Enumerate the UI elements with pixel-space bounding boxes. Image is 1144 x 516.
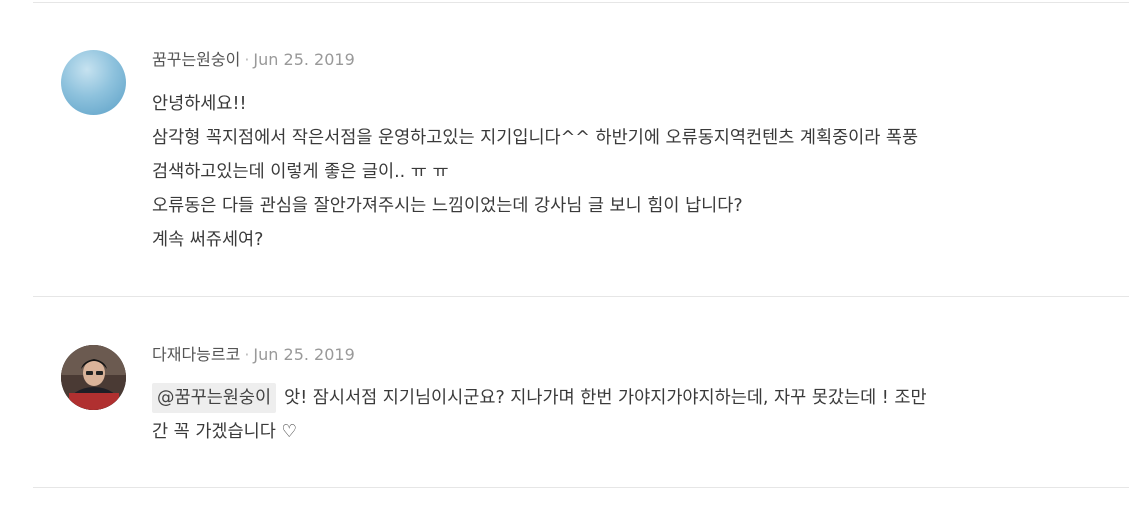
avatar[interactable] xyxy=(61,50,126,115)
divider xyxy=(33,487,1129,488)
comment-text-line: 안녕하세요!! xyxy=(152,94,247,114)
avatar[interactable] xyxy=(61,345,126,410)
meta-separator: · xyxy=(244,345,250,364)
comment-meta: 다재다능르코 · Jun 25. 2019 xyxy=(152,345,355,365)
comment-date: Jun 25. 2019 xyxy=(253,50,355,69)
meta-separator: · xyxy=(244,50,250,69)
divider xyxy=(33,296,1129,297)
comment-author[interactable]: 다재다능르코 xyxy=(152,345,240,364)
comment-text-line: 간 꼭 가겠습니다 ♡ xyxy=(152,422,298,442)
comment-text-line: 삼각형 꼭지점에서 작은서점을 운영하고있는 지기입니다^^ 하반기에 오류동지… xyxy=(152,128,919,148)
comment-text: 앗! 잠시서점 지기님이시군요? 지나가며 한번 가야지가야지하는데, 자꾸 못… xyxy=(284,388,927,408)
comment-date: Jun 25. 2019 xyxy=(253,345,355,364)
comment-author[interactable]: 꿈꾸는원숭이 xyxy=(152,50,240,69)
comment-list: 꿈꾸는원숭이 · Jun 25. 2019 안녕하세요!! 삼각형 꼭지점에서 작은… xyxy=(0,0,1144,516)
divider xyxy=(33,2,1129,3)
comment-text-line: 계속 써쥬세여? xyxy=(152,230,264,250)
comment-text-line: 오류동은 다들 관심을 잘안가져주시는 느낌이었는데 강사님 글 보니 힘이 납… xyxy=(152,196,743,216)
comment-body: 안녕하세요!! 삼각형 꼭지점에서 작은서점을 운영하고있는 지기입니다^^ 하… xyxy=(152,87,1112,257)
comment-body: @꿈꾸는원숭이 앗! 잠시서점 지기님이시군요? 지나가며 한번 가야지가야지하는… xyxy=(152,381,1112,449)
comment-text-line: 검색하고있는데 이렇게 좋은 글이.. ㅠ ㅠ xyxy=(152,162,449,182)
comment-meta: 꿈꾸는원숭이 · Jun 25. 2019 xyxy=(152,50,355,70)
mention-tag[interactable]: @꿈꾸는원숭이 xyxy=(152,383,277,413)
comment-text-line: @꿈꾸는원숭이 앗! 잠시서점 지기님이시군요? 지나가며 한번 가야지가야지하는… xyxy=(152,381,1112,415)
avatar-photo-icon xyxy=(61,345,126,410)
